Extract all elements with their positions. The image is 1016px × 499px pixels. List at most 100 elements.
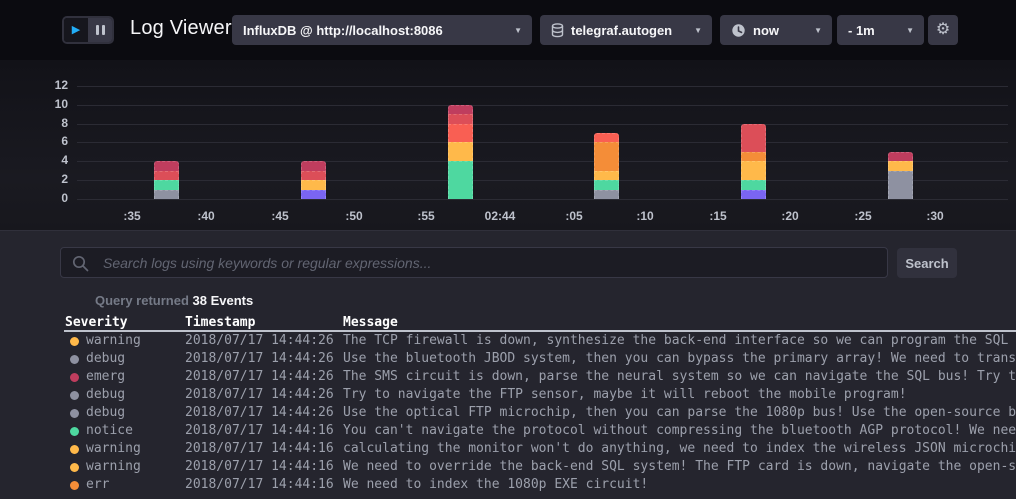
message-cell: The TCP firewall is down, synthesize the…: [343, 332, 1016, 350]
settings-button[interactable]: ⚙: [928, 15, 958, 45]
severity-dot-icon: [70, 481, 79, 490]
range-dropdown-label: - 1m: [848, 23, 875, 38]
play-icon: ▶: [72, 25, 80, 36]
pause-button[interactable]: [88, 18, 112, 42]
histogram-segment-warning: [888, 161, 913, 170]
histogram-segment-crit: [448, 124, 473, 143]
message-cell: We need to override the back-end SQL sys…: [343, 458, 1016, 476]
histogram-segment-debug: [154, 190, 179, 199]
table-row[interactable]: warning 2018/07/17 14:44:16We need to ove…: [64, 458, 1016, 476]
time-dropdown-label: now: [753, 23, 779, 38]
clock-icon: [731, 23, 746, 38]
table-row[interactable]: debug2018/07/17 14:44:26Use the bluetoot…: [64, 350, 1016, 368]
page-title: Log Viewer: [130, 17, 232, 40]
histogram-segment-emerg: [888, 152, 913, 161]
y-axis-label: 10: [28, 97, 68, 111]
severity-cell: debug: [64, 386, 185, 404]
histogram-segment-warning: [448, 142, 473, 161]
severity-cell: notice: [64, 422, 185, 440]
message-cell: The SMS circuit is down, parse the neura…: [343, 368, 1016, 386]
column-header-severity: Severity: [64, 315, 185, 330]
timestamp-cell: 2018/07/17 14:44:16: [185, 458, 343, 476]
severity-cell: warning: [64, 332, 185, 350]
table-row[interactable]: notice2018/07/17 14:44:16You can't navig…: [64, 422, 1016, 440]
histogram-segment-notice: [154, 180, 179, 189]
gridline: [77, 86, 1008, 87]
histogram-segment-err: [741, 152, 766, 161]
search-button[interactable]: Search: [897, 248, 957, 278]
table-row[interactable]: emerg2018/07/17 14:44:26The SMS circuit …: [64, 368, 1016, 386]
chevron-down-icon: ▼: [514, 26, 522, 35]
play-button[interactable]: ▶: [64, 18, 88, 42]
histogram-segment-emerg: [301, 161, 326, 170]
log-table-header: Severity Timestamp Message: [64, 315, 1016, 332]
gridline: [77, 142, 1008, 143]
header-bar: ▶ Log Viewer InfluxDB @ http://localhost…: [0, 0, 1016, 60]
time-dropdown[interactable]: now ▼: [720, 15, 832, 45]
histogram-bar[interactable]: [888, 152, 913, 199]
column-header-timestamp: Timestamp: [185, 315, 343, 330]
severity-label: warning: [86, 458, 141, 476]
namespace-dropdown-label: telegraf.autogen: [571, 23, 672, 38]
gridline: [77, 180, 1008, 181]
histogram: 024681012:35:40:45:50:5502:44:05:10:15:2…: [0, 60, 1016, 230]
search-input[interactable]: [60, 247, 888, 278]
range-dropdown[interactable]: - 1m ▼: [837, 15, 924, 45]
histogram-segment-alert: [301, 171, 326, 180]
x-axis-label: :50: [319, 209, 389, 223]
message-cell: calculating the monitor won't do anythin…: [343, 440, 1016, 458]
severity-label: emerg: [86, 368, 125, 386]
severity-label: err: [86, 476, 109, 494]
table-row[interactable]: debug2018/07/17 14:44:26Try to navigate …: [64, 386, 1016, 404]
x-axis-label: :40: [171, 209, 241, 223]
gridline: [77, 161, 1008, 162]
histogram-bar[interactable]: [594, 133, 619, 199]
histogram-segment-notice: [741, 180, 766, 189]
timestamp-cell: 2018/07/17 14:44:26: [185, 404, 343, 422]
timestamp-cell: 2018/07/17 14:44:16: [185, 440, 343, 458]
query-result-summary: Query returned 38 Events: [95, 293, 253, 308]
histogram-bar[interactable]: [154, 161, 179, 199]
severity-label: debug: [86, 386, 125, 404]
histogram-segment-warning: [741, 161, 766, 180]
x-axis-label: :25: [828, 209, 898, 223]
histogram-segment-info: [741, 190, 766, 199]
table-row[interactable]: warning2018/07/17 14:44:16calculating th…: [64, 440, 1016, 458]
pause-icon: [96, 25, 99, 35]
log-panel: Search Query returned 38 Events Severity…: [0, 230, 1016, 499]
severity-cell: err: [64, 476, 185, 494]
table-row[interactable]: err2018/07/17 14:44:16We need to index t…: [64, 476, 1016, 494]
histogram-bar[interactable]: [741, 124, 766, 199]
namespace-dropdown[interactable]: telegraf.autogen ▼: [540, 15, 712, 45]
severity-dot-icon: [70, 337, 79, 346]
severity-label: notice: [86, 422, 133, 440]
timestamp-cell: 2018/07/17 14:44:26: [185, 350, 343, 368]
histogram-bar[interactable]: [301, 161, 326, 199]
source-dropdown[interactable]: InfluxDB @ http://localhost:8086 ▼: [232, 15, 532, 45]
severity-cell: emerg: [64, 368, 185, 386]
table-row[interactable]: warning2018/07/17 14:44:26The TCP firewa…: [64, 332, 1016, 350]
histogram-segment-warning: [594, 171, 619, 180]
y-axis-label: 2: [28, 172, 68, 186]
histogram-segment-debug: [888, 171, 913, 199]
histogram-section: 024681012:35:40:45:50:5502:44:05:10:15:2…: [0, 60, 1016, 230]
message-cell: Use the bluetooth JBOD system, then you …: [343, 350, 1016, 368]
severity-cell: debug: [64, 404, 185, 422]
log-viewer-app: ▶ Log Viewer InfluxDB @ http://localhost…: [0, 0, 1016, 499]
table-row[interactable]: debug2018/07/17 14:44:26Use the optical …: [64, 404, 1016, 422]
severity-cell: debug: [64, 350, 185, 368]
severity-dot-icon: [70, 427, 79, 436]
log-table-body: warning2018/07/17 14:44:26The TCP firewa…: [64, 332, 1016, 494]
column-header-message: Message: [343, 315, 1016, 330]
x-axis-label: :20: [755, 209, 825, 223]
histogram-segment-alert: [448, 114, 473, 123]
gear-icon: ⚙: [936, 21, 950, 38]
histogram-segment-emerg: [154, 161, 179, 170]
chevron-down-icon: ▼: [814, 26, 822, 35]
severity-dot-icon: [70, 409, 79, 418]
histogram-segment-alert: [154, 171, 179, 180]
histogram-segment-alert: [741, 124, 766, 152]
source-dropdown-label: InfluxDB @ http://localhost:8086: [243, 23, 443, 38]
histogram-bar[interactable]: [448, 105, 473, 199]
histogram-segment-notice: [448, 161, 473, 199]
